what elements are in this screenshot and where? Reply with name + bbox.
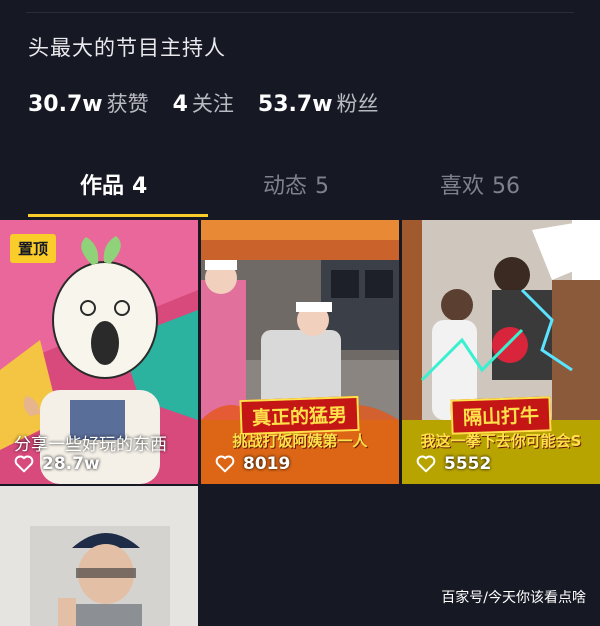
video-title-3: 隔山打牛 <box>450 396 552 435</box>
stat-followers[interactable]: 53.7w 粉丝 <box>258 88 379 118</box>
video-thumbnail-4 <box>0 486 198 626</box>
video-card-1[interactable]: 置顶 分享一些好玩的东西 28.7w <box>0 220 198 484</box>
video-likes-3: 5552 <box>416 454 491 474</box>
tab-activity-count: 5 <box>315 174 330 199</box>
tab-works-label: 作品 <box>80 174 125 199</box>
pinned-badge: 置顶 <box>10 234 57 263</box>
video-card-4[interactable] <box>0 486 198 626</box>
tab-liked-count: 56 <box>492 174 521 199</box>
watermark: 百家号/今天你该看点啥 <box>441 590 586 606</box>
heart-icon <box>416 455 436 473</box>
stat-likes-label: 获赞 <box>106 92 149 116</box>
video-likes-count-3: 5552 <box>444 454 492 474</box>
video-likes-count-2: 8019 <box>243 454 291 474</box>
tab-liked[interactable]: 喜欢 56 <box>440 168 520 200</box>
tab-activity-label: 动态 <box>263 174 308 199</box>
profile-tabs: 作品 4 动态 5 喜欢 56 <box>0 168 600 218</box>
video-likes-2: 8019 <box>215 454 290 474</box>
video-card-2[interactable]: 真正的猛男 挑战打饭阿姨第一人 8019 <box>201 220 399 484</box>
heart-icon <box>215 455 235 473</box>
tab-active-indicator <box>28 214 208 217</box>
stat-following-label: 关注 <box>191 92 234 116</box>
stat-followers-label: 粉丝 <box>336 92 379 116</box>
divider <box>26 12 574 13</box>
tab-works-count: 4 <box>132 174 148 199</box>
tab-works[interactable]: 作品 4 <box>80 168 147 200</box>
video-subtitle-3: 我这一拳下去你可能会S <box>420 432 582 450</box>
tab-liked-label: 喜欢 <box>440 174 485 199</box>
stat-following[interactable]: 4 关注 <box>173 88 234 118</box>
stat-followers-value: 53.7w <box>257 92 333 117</box>
video-title-banner-3: 隔山打牛 <box>402 396 600 435</box>
video-caption-1: 分享一些好玩的东西 <box>14 435 167 455</box>
tab-activity[interactable]: 动态 5 <box>263 168 329 200</box>
video-title-banner-2: 真正的猛男 <box>201 395 399 436</box>
video-likes-count-1: 28.7w <box>42 454 100 474</box>
video-subtitle-2: 挑战打饭阿姨第一人 <box>232 432 368 450</box>
profile-stats: 30.7w 获赞 4 关注 53.7w 粉丝 <box>28 88 403 118</box>
stat-likes-value: 30.7w <box>28 92 103 117</box>
profile-bio: 头最大的节目主持人 <box>28 36 226 60</box>
video-likes-1: 28.7w <box>14 454 100 474</box>
video-card-3[interactable]: 隔山打牛 我这一拳下去你可能会S 5552 <box>402 220 600 484</box>
stat-following-value: 4 <box>172 92 188 117</box>
stat-likes[interactable]: 30.7w 获赞 <box>28 88 149 118</box>
heart-icon <box>14 455 34 473</box>
